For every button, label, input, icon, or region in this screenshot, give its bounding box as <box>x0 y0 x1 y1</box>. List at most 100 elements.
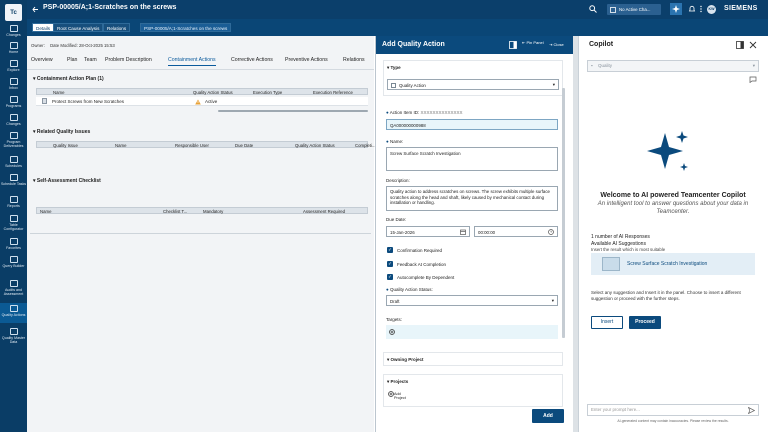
more-options-icon[interactable] <box>697 5 705 13</box>
nav-reports[interactable]: Reports <box>0 196 27 208</box>
name-field[interactable]: Screw Surface Scratch Investigation <box>386 147 558 171</box>
add-button[interactable]: Add <box>532 409 564 423</box>
col-execution-reference[interactable]: Execution Reference <box>313 90 353 95</box>
chevron-down-icon: ▾ <box>752 63 755 68</box>
expand-icon[interactable] <box>509 41 517 49</box>
chevron-down-icon: ▾ <box>551 298 554 303</box>
nav-query-builder[interactable]: Query Builder <box>0 256 27 274</box>
query-builder-icon <box>9 256 18 263</box>
quality-action-type-icon <box>391 82 396 88</box>
col-name[interactable]: Name <box>40 209 51 214</box>
insert-button[interactable]: Insert <box>591 316 623 329</box>
deliverables-icon <box>9 132 18 139</box>
tab-relations-main[interactable]: Relations <box>343 57 365 63</box>
tab-team[interactable]: Team <box>84 57 97 63</box>
description-field[interactable]: Quality action to address scratches on s… <box>386 186 558 211</box>
copilot-toggle-button[interactable] <box>670 3 682 15</box>
reports-icon <box>9 196 18 203</box>
nav-quality-master-data[interactable]: Quality Master Data <box>0 328 27 346</box>
nav-explore[interactable]: Explore <box>0 60 27 72</box>
confirmation-required-checkbox[interactable]: ✓ <box>387 247 393 253</box>
col-execution-type[interactable]: Execution Type <box>253 90 282 95</box>
type-section-title[interactable]: ▾ Type <box>387 65 401 71</box>
nav-table-configurator[interactable]: Table Configurator <box>0 215 27 233</box>
due-date-field[interactable]: 15-Jan-2026 <box>386 226 470 237</box>
autocomplete-by-dependent-checkbox[interactable]: ✓ <box>387 274 393 280</box>
add-project-label: Add Project <box>394 392 406 400</box>
feedback-at-completion-checkbox[interactable]: ✓ <box>387 261 393 267</box>
nav-program-deliverables[interactable]: Program Deliverables <box>0 132 27 150</box>
col-responsible-user[interactable]: Responsible User <box>175 143 209 148</box>
col-mandatory[interactable]: Mandatory <box>203 209 223 214</box>
nav-audits[interactable]: Audits and Assessment <box>0 280 27 298</box>
owning-project-title[interactable]: ▾ Owning Project <box>387 357 424 363</box>
col-quality-issue[interactable]: Quality Issue <box>53 143 78 148</box>
copilot-instructions: Select any suggestion and Insert it in t… <box>591 290 741 301</box>
col-checklist-type[interactable]: Checklist T... <box>163 209 187 214</box>
due-time-field[interactable]: 00:00:00 <box>474 226 558 237</box>
row-status: Active <box>205 99 218 104</box>
nav-favorites[interactable]: Favorites <box>0 238 27 250</box>
tab-problem-description[interactable]: Problem Description <box>105 57 152 63</box>
nav-schedules[interactable]: Schedules <box>0 156 27 168</box>
dialog-scrollbar[interactable] <box>562 88 565 338</box>
self-assessment-title[interactable]: ▾ Self-Assessment Checklist <box>33 178 374 184</box>
row-name: Protect Screws from New Scratches <box>52 99 125 104</box>
search-icon[interactable] <box>589 5 597 13</box>
nav-inbox[interactable]: Inbox <box>0 78 27 90</box>
nav-programs[interactable]: Programs <box>0 96 27 108</box>
col-name[interactable]: Name <box>53 90 64 95</box>
tab-containment-actions[interactable]: Containment Actions <box>168 57 216 66</box>
nav-quality-actions[interactable]: Quality Actions <box>0 303 27 323</box>
nav-changes-top[interactable]: Changes <box>0 25 27 37</box>
tab-preventive-actions[interactable]: Preventive Actions <box>285 57 328 63</box>
avatar[interactable]: KW <box>707 5 716 14</box>
horizontal-scrollbar[interactable] <box>218 110 368 112</box>
calendar-icon[interactable] <box>460 229 466 235</box>
prompt-input[interactable]: Enter your prompt here... <box>587 404 759 416</box>
table-row[interactable]: Protect Screws from New Scratches Active <box>36 97 368 106</box>
owner-info: Owner: Date Modified: 28-Oct-2025 15:53 <box>31 43 115 48</box>
clock-icon[interactable] <box>548 229 554 235</box>
tab-corrective-actions[interactable]: Corrective Actions <box>231 57 273 63</box>
breadcrumb[interactable]: PSP-00005/A;1-Scratches on the screws <box>140 23 232 32</box>
chat-icon[interactable] <box>749 76 757 83</box>
ai-disclaimer: AI-generated content may contain inaccur… <box>617 419 729 423</box>
col-due-date[interactable]: Due Date <box>235 143 253 148</box>
tab-root-cause-analysis[interactable]: Root Cause Analysis <box>53 23 104 32</box>
col-assessment-required[interactable]: Assessment Required <box>303 209 345 214</box>
close-icon[interactable] <box>749 41 757 49</box>
col-completion[interactable]: Completi... <box>355 143 376 148</box>
copilot-title: Copilot <box>589 41 614 48</box>
tab-plan[interactable]: Plan <box>67 57 77 63</box>
action-item-id-field[interactable]: QA000000000988 <box>386 119 558 130</box>
related-section-title[interactable]: ▾ Related Quality Issues <box>33 129 374 135</box>
quality-dropdown[interactable]: Quality ▪ ▾ <box>587 60 759 72</box>
suggestion-title: Screw Surface Scratch Investigation <box>627 261 708 267</box>
tab-details[interactable]: Details <box>32 23 55 32</box>
col-name[interactable]: Name <box>115 143 126 148</box>
name-label: ● Name: <box>386 139 404 144</box>
tab-overview[interactable]: Overview <box>31 57 53 63</box>
containment-section-title[interactable]: ▾ Containment Action Plan (1) <box>33 76 374 82</box>
send-icon[interactable] <box>748 407 755 414</box>
notification-bell-icon[interactable] <box>688 5 696 13</box>
add-target-icon[interactable] <box>389 329 395 335</box>
tab-relations[interactable]: Relations <box>103 23 131 32</box>
projects-title[interactable]: ▾ Projects <box>387 379 408 385</box>
home-icon <box>9 42 18 49</box>
col-quality-action-status[interactable]: Quality Action Status <box>193 90 233 95</box>
close-button[interactable]: ⇥ Close <box>549 42 564 47</box>
ai-suggestion-card[interactable]: Screw Surface Scratch Investigation <box>591 253 755 275</box>
quality-action-icon <box>42 98 47 104</box>
quality-action-status-dropdown[interactable]: Draft ▾ <box>386 295 558 306</box>
nav-home[interactable]: Home <box>0 42 27 54</box>
dock-icon[interactable] <box>736 41 744 49</box>
nav-changes[interactable]: Changes <box>0 114 27 126</box>
col-quality-action-status[interactable]: Quality Action Status <box>295 143 335 148</box>
nav-schedule-tasks[interactable]: Schedule Tasks <box>0 174 27 192</box>
pin-panel-button[interactable]: ⇤ Pin Panel <box>522 40 544 45</box>
type-dropdown[interactable]: Quality Action ▾ <box>387 79 559 90</box>
proceed-button[interactable]: Proceed <box>629 316 661 329</box>
back-arrow-icon[interactable] <box>32 6 39 13</box>
